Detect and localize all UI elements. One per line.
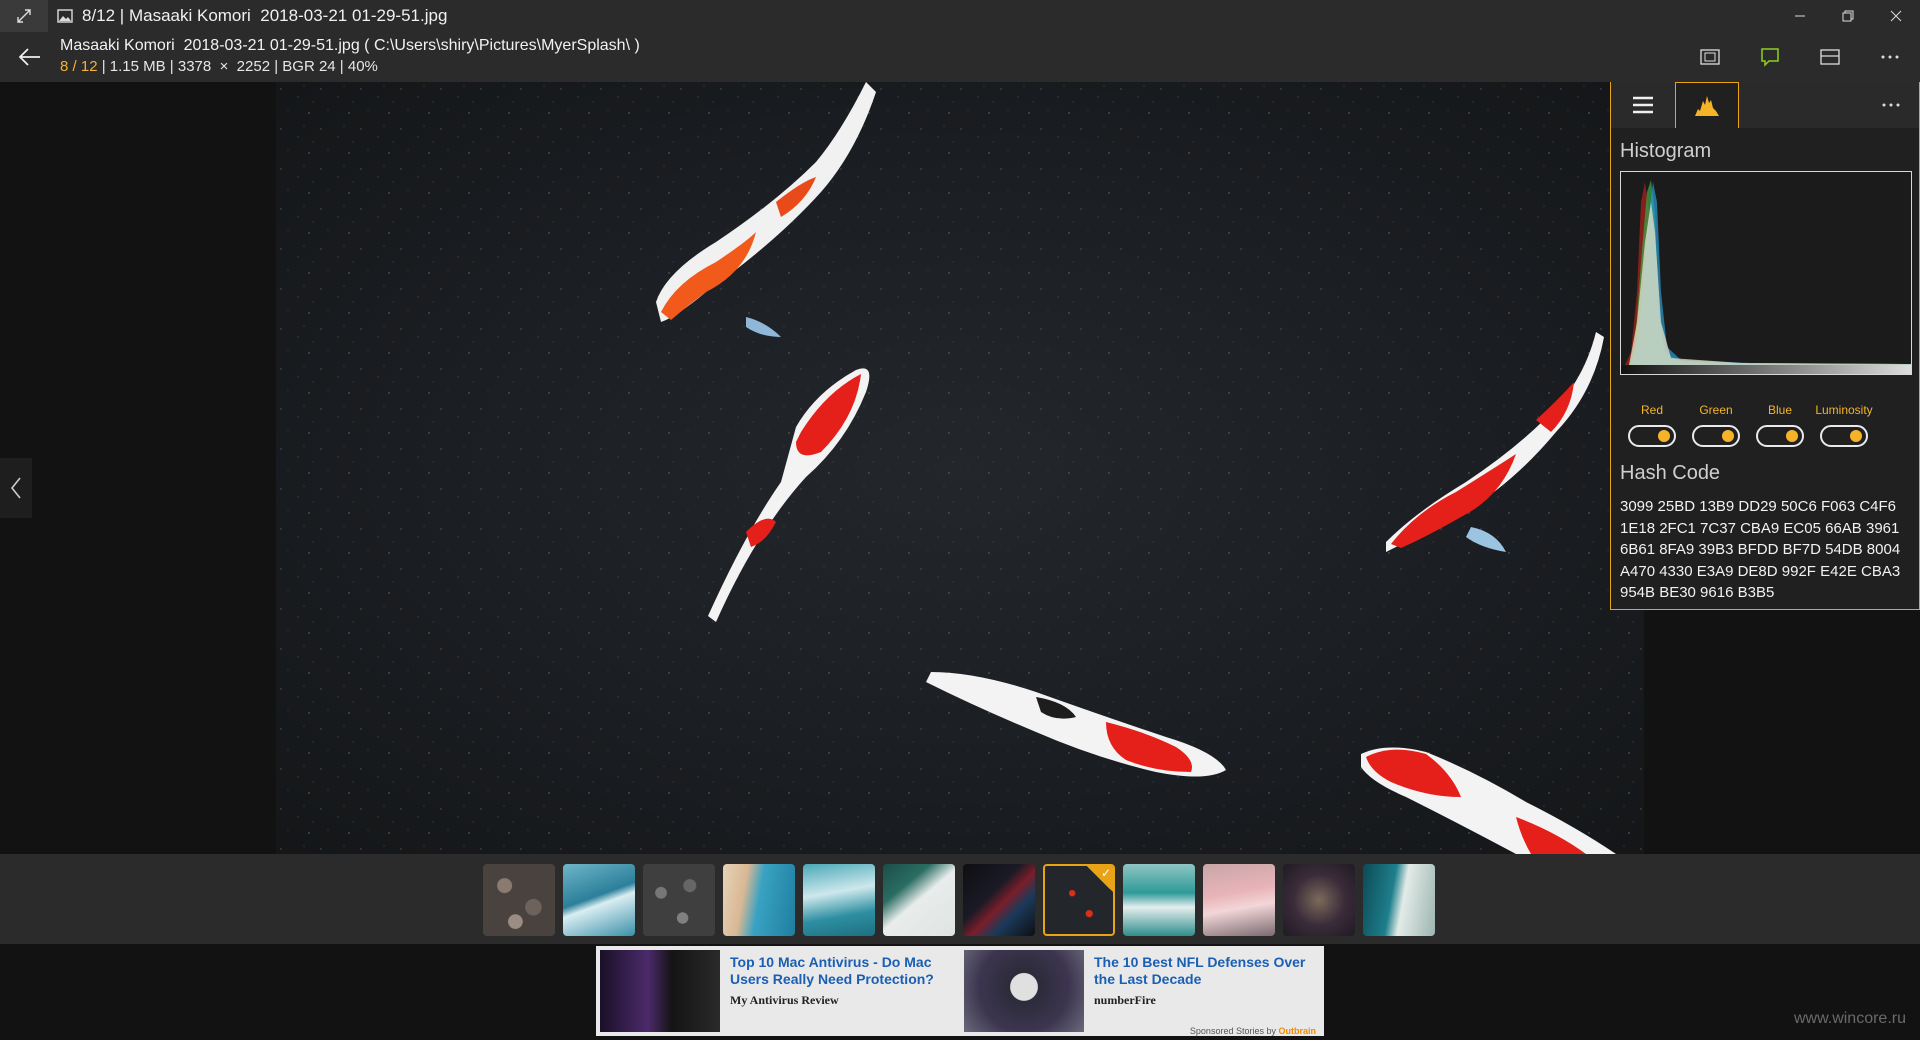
thumbnail-dark-river[interactable] xyxy=(963,864,1035,936)
blue-label: Blue xyxy=(1767,403,1793,417)
hash-line: 1E18 2FC1 7C37 CBA9 EC05 66AB 3961 xyxy=(1620,519,1900,537)
red-label: Red xyxy=(1640,403,1663,417)
green-switch[interactable] xyxy=(1692,425,1740,447)
back-arrow-icon[interactable] xyxy=(0,32,60,82)
tab-properties[interactable] xyxy=(1611,82,1675,128)
thumbnail-pink-sea[interactable] xyxy=(1203,864,1275,936)
ad-image xyxy=(600,950,720,1032)
red-switch[interactable] xyxy=(1628,425,1676,447)
ad-banner[interactable]: Top 10 Mac Antivirus - Do Mac Users Real… xyxy=(596,946,1324,1036)
file-meta: 8 / 12 | 1.15 MB | 3378 × 2252 | BGR 24 … xyxy=(60,57,640,77)
thumbnail-coast-aerial[interactable] xyxy=(1363,864,1435,936)
luminosity-channel-toggle[interactable]: Luminosity xyxy=(1812,403,1876,447)
hash-line: 3099 25BD 13B9 DD29 50C6 F063 C4F6 xyxy=(1620,498,1897,515)
image-app-icon xyxy=(56,7,74,25)
thumbnail-wave[interactable] xyxy=(563,864,635,936)
thumbnail-pebbles[interactable] xyxy=(483,864,555,936)
close-button[interactable] xyxy=(1872,0,1920,32)
info-bar: Masaaki Komori 2018-03-21 01-29-51.jpg (… xyxy=(0,32,1920,82)
tab-histogram[interactable] xyxy=(1675,82,1739,128)
ad-item[interactable]: The 10 Best NFL Defenses Over the Last D… xyxy=(960,946,1324,1036)
ad-sponsor-brand: Outbrain xyxy=(1278,1026,1317,1036)
blue-channel-toggle[interactable]: Blue xyxy=(1748,403,1812,447)
luminosity-switch[interactable] xyxy=(1820,425,1868,447)
filmstrip: ✓ xyxy=(0,854,1920,944)
hash-code-title: Hash Code xyxy=(1620,462,1721,484)
info-panel: Histogram Red Green Blue Luminosity Hash… xyxy=(1610,82,1920,610)
minimize-button[interactable] xyxy=(1776,0,1824,32)
layout-icon[interactable] xyxy=(1800,32,1860,82)
index-separator: / xyxy=(72,58,77,75)
hash-line: 6B61 8FA9 39B3 BFDD BF7D 54DB 8004 xyxy=(1620,541,1901,558)
histogram-title: Histogram xyxy=(1620,140,1712,162)
window-title: 8/12 | Masaaki Komori 2018-03-21 01-29-5… xyxy=(82,6,448,25)
comment-icon[interactable] xyxy=(1740,32,1800,82)
panel-more-icon[interactable] xyxy=(1871,82,1911,128)
hash-code-value: 3099 25BD 13B9 DD29 50C6 F063 C4F6 1E18 … xyxy=(1620,496,1916,604)
ad-source: My Antivirus Review xyxy=(730,993,839,1007)
red-channel-toggle[interactable]: Red xyxy=(1620,403,1684,447)
restore-button[interactable] xyxy=(1824,0,1872,32)
image-details: | 1.15 MB | 3378 × 2252 | BGR 24 | 40% xyxy=(101,58,378,75)
koi-photo[interactable] xyxy=(276,82,1644,854)
thumbnail-surf[interactable] xyxy=(803,864,875,936)
hash-line: A470 4330 E3A9 DE8D 992F E42E CBA3 xyxy=(1620,562,1901,580)
ad-image xyxy=(964,950,1084,1032)
thumbnail-forest[interactable] xyxy=(1283,864,1355,936)
selected-check-icon: ✓ xyxy=(1087,866,1113,892)
file-path: Masaaki Komori 2018-03-21 01-29-51.jpg (… xyxy=(60,37,640,54)
ad-headline[interactable]: The 10 Best NFL Defenses Over the Last D… xyxy=(1094,954,1320,988)
ad-item[interactable]: Top 10 Mac Antivirus - Do Mac Users Real… xyxy=(596,946,960,1036)
thumbnail-shoreline[interactable] xyxy=(1123,864,1195,936)
ad-headline[interactable]: Top 10 Mac Antivirus - Do Mac Users Real… xyxy=(730,954,956,988)
histogram-chart xyxy=(1620,171,1912,375)
title-bar: 8/12 | Masaaki Komori 2018-03-21 01-29-5… xyxy=(0,0,1920,32)
ad-sponsored-label: Sponsored Stories by Outbrain xyxy=(1190,1026,1316,1036)
ad-bar: Top 10 Mac Antivirus - Do Mac Users Real… xyxy=(0,944,1920,1040)
slideshow-icon[interactable] xyxy=(1680,32,1740,82)
more-icon[interactable] xyxy=(1860,32,1920,82)
thumbnail-koi[interactable]: ✓ xyxy=(1043,864,1115,936)
thumbnail-beach-aerial[interactable] xyxy=(723,864,795,936)
hash-line: 954B BE30 9616 B3B5 xyxy=(1620,584,1775,601)
previous-image-button[interactable] xyxy=(0,458,32,518)
watermark: www.wincore.ru xyxy=(1793,1010,1906,1027)
thumbnail-stones[interactable] xyxy=(643,864,715,936)
ad-source: numberFire xyxy=(1094,993,1156,1007)
image-total: 12 xyxy=(80,58,98,75)
image-index: 8 xyxy=(60,58,69,75)
green-channel-toggle[interactable]: Green xyxy=(1684,403,1748,447)
blue-switch[interactable] xyxy=(1756,425,1804,447)
green-label: Green xyxy=(1699,403,1733,417)
ad-sponsored-text: Sponsored Stories by xyxy=(1189,1026,1276,1036)
thumbnail-ice[interactable] xyxy=(883,864,955,936)
luminosity-label: Luminosity xyxy=(1815,403,1873,417)
expand-icon[interactable] xyxy=(0,0,48,32)
